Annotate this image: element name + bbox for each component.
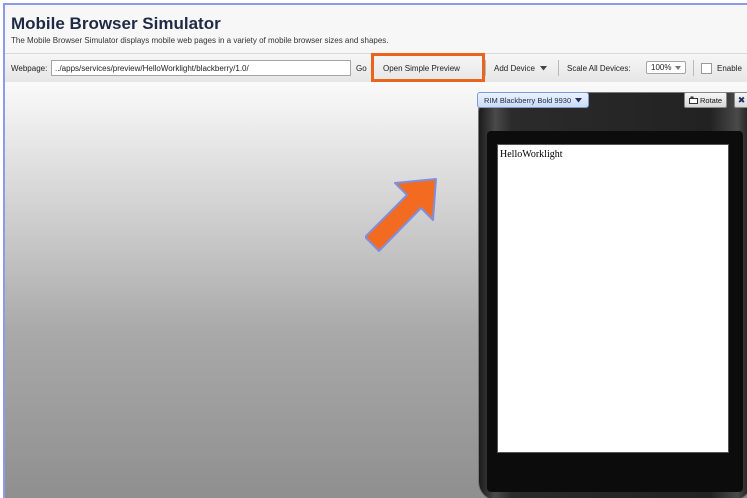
scale-value: 100%	[651, 63, 672, 72]
simulator-window: Mobile Browser Simulator The Mobile Brow…	[3, 3, 747, 498]
page-title: Mobile Browser Simulator	[11, 14, 221, 33]
rotate-label: Rotate	[700, 95, 723, 105]
chevron-down-icon	[575, 97, 583, 102]
toolbar-divider	[558, 60, 559, 76]
enable-checkbox[interactable]	[701, 63, 712, 74]
rotate-icon	[689, 96, 698, 104]
webpage-label: Webpage:	[11, 63, 48, 73]
header: Mobile Browser Simulator The Mobile Brow…	[5, 5, 747, 53]
arrow-icon	[365, 178, 437, 252]
close-device-button[interactable]: ✖	[734, 92, 747, 108]
screen-text: HelloWorklight	[500, 149, 563, 160]
enable-label: Enable	[717, 63, 742, 73]
preview-highlight-box	[371, 53, 485, 82]
chevron-down-icon	[539, 65, 547, 70]
chevron-down-icon	[675, 65, 682, 70]
device-selector[interactable]: RIM Blackberry Bold 9930	[477, 92, 590, 108]
toolbar-divider	[693, 60, 694, 76]
toolbar-divider	[485, 60, 486, 76]
scale-select[interactable]: 100%	[646, 61, 686, 74]
close-icon: ✖	[737, 94, 746, 105]
rotate-button[interactable]: Rotate	[684, 92, 728, 108]
scale-label: Scale All Devices:	[567, 63, 631, 73]
go-button[interactable]: Go	[356, 54, 367, 82]
add-device-label: Add Device	[494, 63, 535, 73]
page-subtitle: The Mobile Browser Simulator displays mo…	[11, 36, 389, 45]
device-screen[interactable]: HelloWorklight	[497, 144, 729, 453]
device-name: RIM Blackberry Bold 9930	[484, 95, 572, 105]
url-input[interactable]	[51, 60, 351, 76]
add-device-button[interactable]: Add Device	[494, 54, 547, 82]
